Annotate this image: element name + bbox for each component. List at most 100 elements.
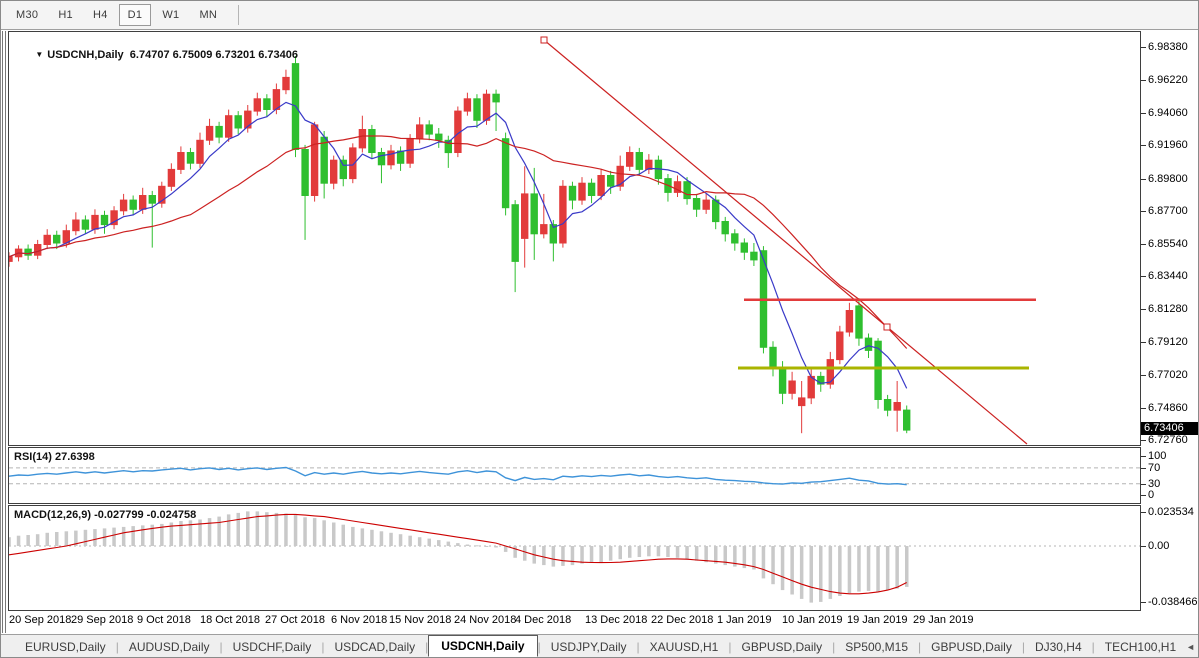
macd-bar bbox=[332, 523, 336, 547]
macd-bar bbox=[867, 546, 871, 591]
tf-button-h1[interactable]: H1 bbox=[49, 4, 82, 26]
macd-bar bbox=[819, 546, 823, 602]
trendline-handle-1[interactable] bbox=[884, 324, 890, 330]
bull-candle bbox=[837, 332, 843, 360]
price-axis-label: 6.72760 bbox=[1148, 434, 1188, 446]
bull-candle bbox=[846, 311, 852, 333]
macd-bar bbox=[647, 546, 651, 556]
macd-bar bbox=[217, 517, 221, 546]
bear-candle bbox=[378, 153, 384, 165]
rsi-axis-tick bbox=[1141, 468, 1146, 469]
bull-candle bbox=[703, 200, 709, 209]
bear-candle bbox=[502, 139, 508, 208]
tab-dj30-h4[interactable]: DJ30,H4 bbox=[1025, 637, 1092, 657]
macd-bar bbox=[322, 520, 326, 546]
tabs-scroll-left-icon[interactable]: ◄ bbox=[1186, 642, 1195, 652]
bear-candle bbox=[684, 182, 690, 199]
tf-button-m30[interactable]: M30 bbox=[7, 4, 47, 26]
tab-eurusd-daily[interactable]: EURUSD,Daily bbox=[15, 637, 116, 657]
macd-axis-label: -0.038466 bbox=[1148, 596, 1198, 608]
macd-bar bbox=[580, 546, 584, 564]
macd-bar bbox=[876, 546, 880, 592]
chart-symbol-title: USDCNH,Daily bbox=[47, 49, 123, 61]
tab-gbpusd-daily[interactable]: GBPUSD,Daily bbox=[731, 637, 832, 657]
chart-tabs: EURUSD,Daily|AUDUSD,Daily|USDCHF,Daily|U… bbox=[15, 636, 1186, 658]
macd-bar bbox=[905, 546, 909, 587]
tab-usdcnh-daily[interactable]: USDCNH,Daily bbox=[428, 635, 537, 657]
bull-candle bbox=[311, 125, 317, 196]
tab-tech100-h1[interactable]: TECH100,H1 bbox=[1095, 637, 1186, 657]
macd-bar bbox=[542, 546, 546, 565]
macd-bar bbox=[523, 546, 527, 561]
macd-bar bbox=[762, 546, 766, 578]
bull-candle bbox=[92, 215, 98, 229]
tf-button-h4[interactable]: H4 bbox=[84, 4, 117, 26]
bull-candle bbox=[197, 140, 203, 163]
price-axis-tick bbox=[1141, 113, 1146, 114]
macd-bar bbox=[886, 546, 890, 590]
price-axis-label: 6.91960 bbox=[1148, 139, 1188, 151]
macd-bar bbox=[685, 546, 689, 559]
price-axis-label: 6.79120 bbox=[1148, 336, 1188, 348]
macd-bar bbox=[389, 533, 393, 546]
bull-candle bbox=[598, 176, 604, 196]
tf-button-mn[interactable]: MN bbox=[190, 4, 226, 26]
tab-usdchf-daily[interactable]: USDCHF,Daily bbox=[223, 637, 322, 657]
macd-bar bbox=[810, 546, 814, 603]
tab-audusd-daily[interactable]: AUDUSD,Daily bbox=[119, 637, 220, 657]
current-price-tag: 6.73406 bbox=[1141, 422, 1199, 435]
tf-button-w1[interactable]: W1 bbox=[153, 4, 188, 26]
price-axis-label: 6.83440 bbox=[1148, 270, 1188, 282]
bear-candle bbox=[569, 186, 575, 200]
macd-bar bbox=[609, 546, 613, 561]
bull-candle bbox=[417, 125, 423, 139]
tab-usdjpy-daily[interactable]: USDJPY,Daily bbox=[541, 637, 637, 657]
bull-candle bbox=[206, 126, 212, 140]
macd-label: MACD(12,26,9) -0.027799 -0.024758 bbox=[14, 509, 196, 521]
date-axis-label: 27 Oct 2018 bbox=[265, 614, 325, 626]
macd-bar bbox=[380, 531, 384, 546]
ma-slow-line[interactable] bbox=[9, 136, 907, 349]
price-axis-label: 6.81280 bbox=[1148, 303, 1188, 315]
date-axis-label: 1 Jan 2019 bbox=[717, 614, 771, 626]
tf-button-d1[interactable]: D1 bbox=[119, 4, 152, 26]
bear-candle bbox=[904, 410, 910, 430]
date-axis-label: 24 Nov 2018 bbox=[454, 614, 516, 626]
macd-bar bbox=[638, 546, 642, 557]
macd-bar bbox=[657, 546, 661, 556]
tab-xauusd-h1[interactable]: XAUUSD,H1 bbox=[640, 637, 729, 657]
bear-candle bbox=[302, 150, 308, 196]
macd-bar bbox=[790, 546, 794, 595]
macd-bar bbox=[112, 528, 116, 546]
tab-sp500-m15[interactable]: SP500,M15 bbox=[835, 637, 918, 657]
trendline-handle-0[interactable] bbox=[541, 37, 547, 43]
tab-gbpusd-daily[interactable]: GBPUSD,Daily bbox=[921, 637, 1022, 657]
macd-axis-tick bbox=[1141, 546, 1146, 547]
macd-bar bbox=[466, 545, 470, 547]
bear-candle bbox=[713, 200, 719, 222]
bull-candle bbox=[799, 398, 805, 406]
bull-candle bbox=[254, 99, 260, 111]
bull-candle bbox=[168, 169, 174, 186]
bull-candle bbox=[140, 196, 146, 210]
bear-candle bbox=[512, 205, 518, 262]
macd-bar bbox=[676, 546, 680, 558]
tab-usdcad-daily[interactable]: USDCAD,Daily bbox=[324, 637, 425, 657]
macd-axis-label: 0.00 bbox=[1148, 540, 1169, 552]
bear-candle bbox=[493, 94, 499, 102]
macd-bar bbox=[55, 532, 59, 546]
macd-bar bbox=[342, 525, 346, 546]
macd-bar bbox=[275, 513, 279, 546]
macd-bar bbox=[313, 518, 317, 546]
bear-candle bbox=[779, 367, 785, 393]
macd-chart bbox=[9, 506, 1140, 610]
macd-axis-tick bbox=[1141, 512, 1146, 513]
rsi-line bbox=[9, 468, 907, 485]
chart-dropdown-icon[interactable]: ▼ bbox=[35, 50, 43, 59]
macd-bar bbox=[561, 546, 565, 566]
macd-bar bbox=[447, 542, 451, 546]
bear-candle bbox=[693, 199, 699, 210]
macd-axis-label: 0.023534 bbox=[1148, 506, 1194, 518]
macd-bar bbox=[26, 535, 30, 546]
bear-candle bbox=[436, 134, 442, 140]
